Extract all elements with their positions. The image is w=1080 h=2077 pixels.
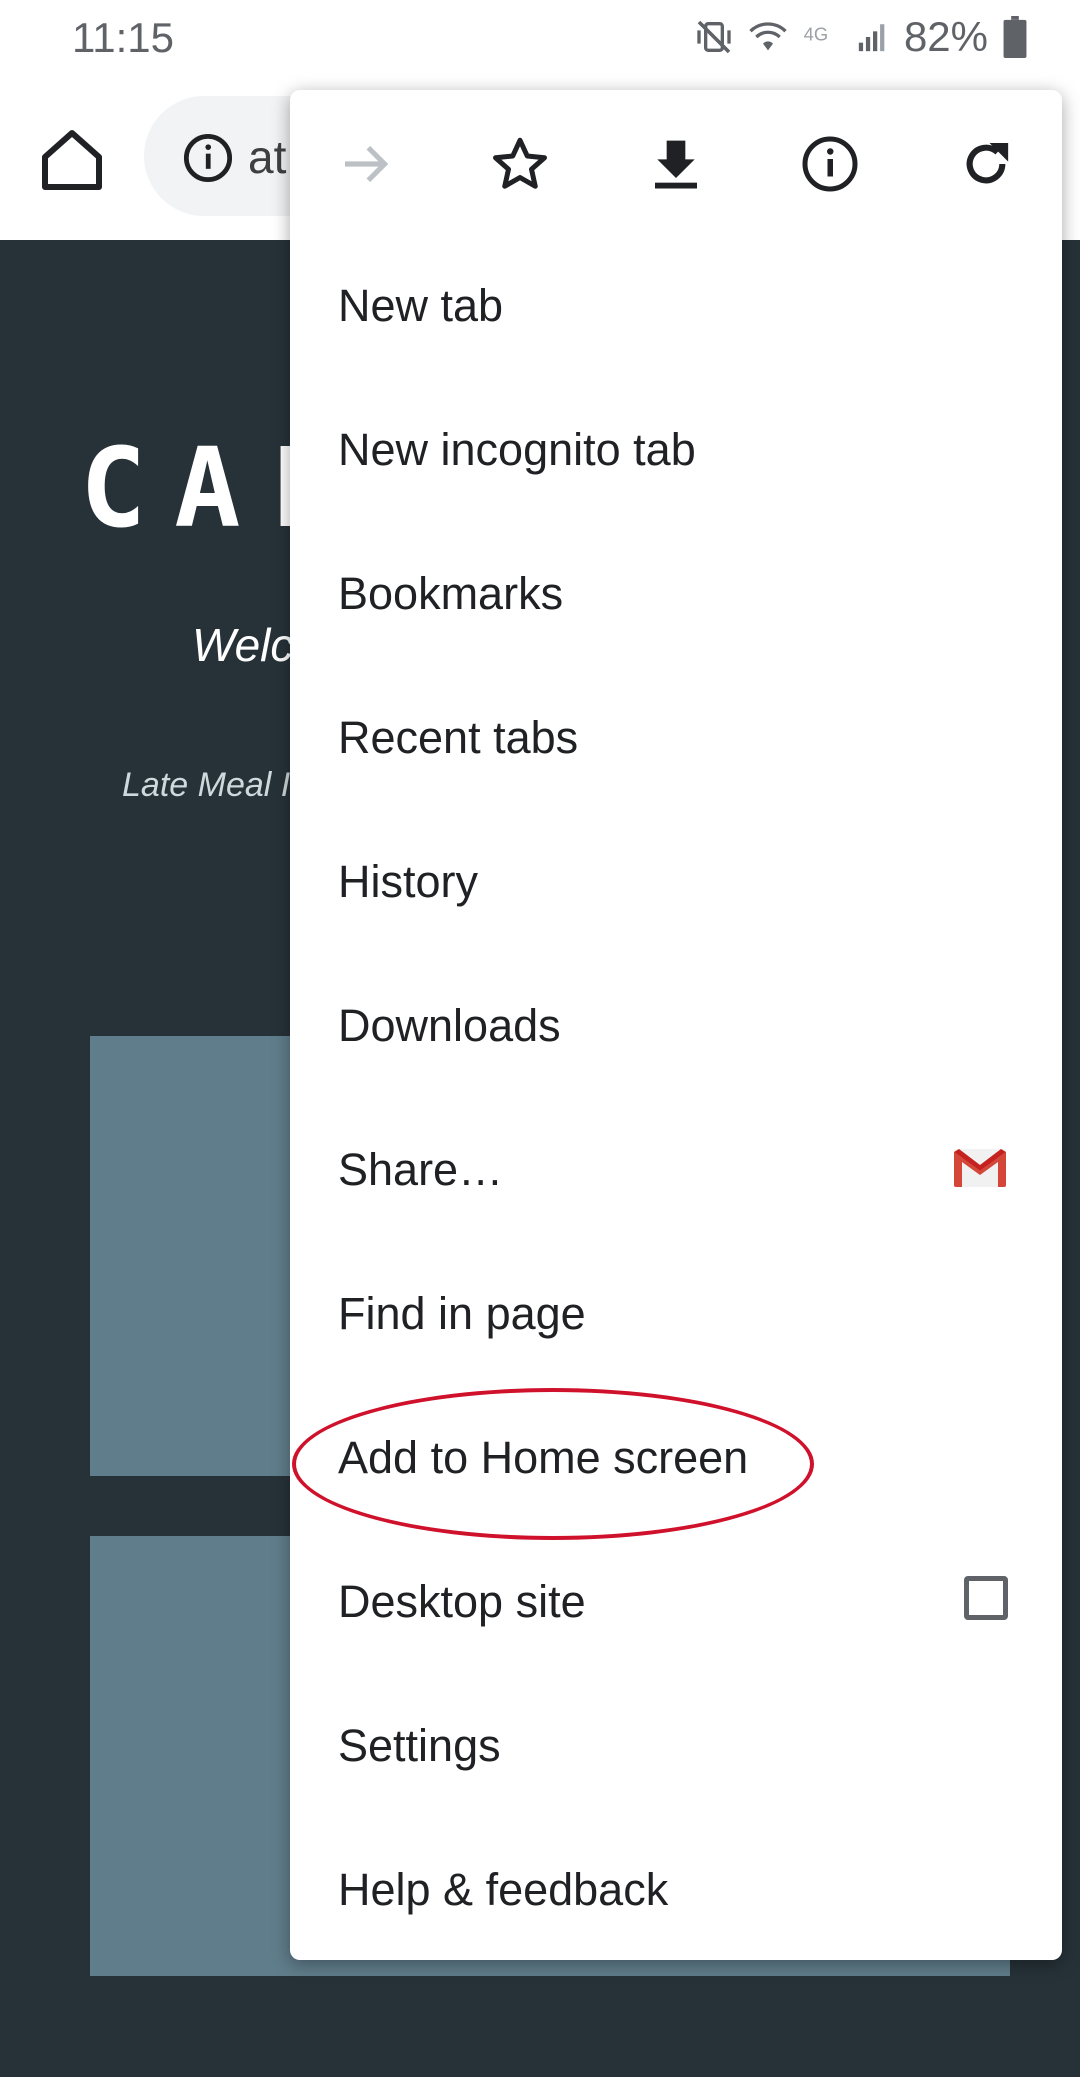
menu-item-desktop-site[interactable]: Desktop site [290,1530,1062,1674]
status-time: 11:15 [72,14,174,61]
menu-item-find-in-page[interactable]: Find in page [290,1242,1062,1386]
page-info-button[interactable] [798,132,862,196]
menu-icon-bar [290,90,1062,234]
menu-item-label: New tab [338,280,504,331]
menu-items: New tab New incognito tab Bookmarks Rece… [290,234,1062,1962]
battery-percent: 82% [903,13,988,60]
menu-item-label: Share… [338,1144,504,1195]
url-text[interactable]: at [248,130,286,184]
status-icons: 4G 82% [694,12,1028,62]
signal-icon [858,24,885,52]
overflow-menu: New tab New incognito tab Bookmarks Rece… [290,90,1062,1960]
menu-item-label: Help & feedback [338,1864,669,1915]
home-button[interactable] [36,124,108,196]
menu-item-label: History [338,856,479,907]
menu-item-label: Settings [338,1720,501,1771]
4g-lte-icon: 4G [804,23,828,44]
menu-item-share[interactable]: Share… [290,1098,1062,1242]
refresh-button[interactable] [954,132,1018,196]
wifi-icon [749,22,787,51]
info-icon [802,136,858,192]
menu-item-label: Bookmarks [338,568,564,619]
vibrate-mute-icon [697,20,731,54]
menu-item-add-to-home-screen[interactable]: Add to Home screen [290,1386,1062,1530]
menu-item-new-incognito-tab[interactable]: New incognito tab [290,378,1062,522]
late-meal-text: Late Meal I [122,766,291,804]
menu-item-label: Downloads [338,1000,561,1051]
menu-item-recent-tabs[interactable]: Recent tabs [290,666,1062,810]
menu-item-history[interactable]: History [290,810,1062,954]
home-icon [42,130,102,190]
menu-item-label: Desktop site [338,1576,586,1627]
download-button[interactable] [644,132,708,196]
menu-item-downloads[interactable]: Downloads [290,954,1062,1098]
refresh-icon [966,143,1009,184]
forward-icon [345,145,389,183]
status-bar: 11:15 4G 82% [0,0,1080,76]
download-icon [655,140,697,189]
bookmark-star-button[interactable] [488,132,552,196]
gmail-icon [954,1149,1006,1187]
star-icon [493,137,547,189]
menu-item-new-tab[interactable]: New tab [290,234,1062,378]
menu-item-help-feedback[interactable]: Help & feedback [290,1818,1062,1962]
forward-button[interactable] [334,132,398,196]
info-icon[interactable] [182,132,234,184]
gmail-share-shortcut[interactable] [952,1144,1008,1195]
battery-icon [1003,16,1027,58]
menu-item-label: New incognito tab [338,424,696,475]
menu-item-label: Find in page [338,1288,586,1339]
menu-item-label: Add to Home screen [338,1432,749,1483]
desktop-site-checkbox[interactable] [964,1576,1008,1620]
svg-text:4G: 4G [804,23,828,44]
menu-item-settings[interactable]: Settings [290,1674,1062,1818]
welcome-text: Welc [192,619,294,671]
menu-item-bookmarks[interactable]: Bookmarks [290,522,1062,666]
menu-item-label: Recent tabs [338,712,579,763]
checkbox-unchecked-icon [964,1576,1008,1620]
